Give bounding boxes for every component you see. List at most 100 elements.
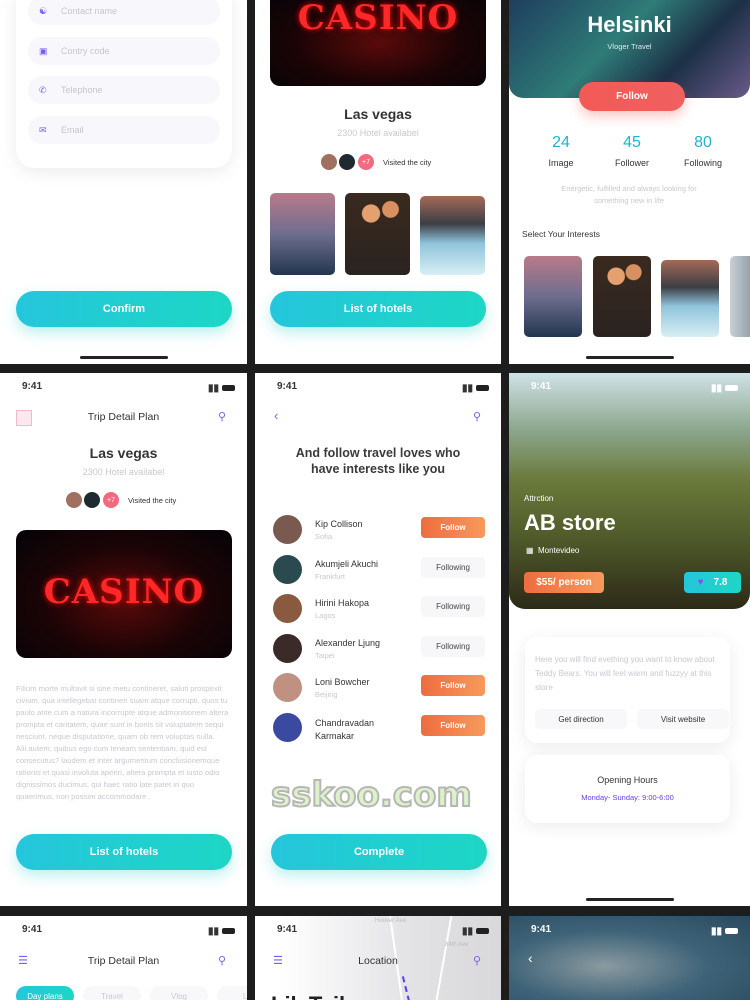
visited-label: Visited the city [383, 158, 432, 167]
avatar [64, 490, 84, 510]
bell-icon[interactable]: ⚲ [218, 410, 226, 423]
confirm-button[interactable]: Confirm [16, 291, 232, 327]
person-row: Alexander Ljung Taipei Following [273, 633, 485, 664]
casino-sign: CASINO [43, 572, 205, 612]
avatar[interactable] [273, 633, 302, 663]
briefcase-icon: ▣ [39, 45, 48, 56]
follow-button[interactable]: Follow [579, 82, 685, 111]
signal-wifi-battery-icon: ▮▮ [462, 381, 489, 395]
stat-value: 45 [623, 134, 641, 151]
store-screen: 9:41 ▮▮ Attrction AB store ▦ Montevideo $… [509, 373, 750, 906]
avatar[interactable] [273, 712, 302, 742]
stat-label: Image [548, 158, 574, 168]
telephone-input[interactable]: ✆ Telephone [28, 76, 220, 104]
clock: 9:41 [22, 381, 43, 392]
home-indicator [585, 356, 674, 359]
list-of-hotels-button[interactable]: List of hotels [16, 834, 232, 870]
tab-more[interactable]: Li [217, 986, 247, 1000]
person-name: Kip Collison [315, 519, 363, 529]
person-name: Hirini Hakopa [315, 598, 370, 608]
rating-value: 7.8 [713, 577, 728, 588]
tab-day-plans[interactable]: Day plans [16, 986, 74, 1000]
get-direction-button[interactable]: Get direction [535, 709, 627, 729]
status-bar: 9:41 ▮▮ [0, 381, 247, 395]
header-title: Trip Detail Plan [87, 411, 160, 423]
avatar [337, 152, 357, 172]
interest-thumbnail[interactable] [593, 256, 651, 337]
avatar[interactable] [273, 673, 302, 702]
interest-thumbnail[interactable] [661, 260, 719, 337]
status-bar: 9:41 ▮▮ [255, 381, 501, 395]
email-input[interactable]: ✉ Email [28, 116, 220, 144]
stat-value: 24 [552, 134, 570, 151]
following-button[interactable]: Following [421, 596, 485, 617]
photo-thumbnail[interactable] [420, 196, 485, 275]
interest-thumbnail[interactable] [524, 256, 582, 337]
following-button[interactable]: Following [421, 635, 485, 657]
location-title: Lik Tail [271, 992, 345, 1000]
tab-vlog[interactable]: Vlog [150, 986, 208, 1000]
heading: And follow travel loves who have interes… [295, 446, 461, 476]
person-city: Frankfurt [315, 571, 346, 581]
interests-title: Select Your Interests [522, 229, 600, 239]
status-bar: 9:41 ▮▮ [0, 924, 247, 938]
city-title: Las vegas [344, 106, 412, 122]
location-screen: Hoover Ave 84th Ave 9:41 ▮▮ ☰ Location ⚲ … [255, 916, 501, 1000]
visit-website-button[interactable]: Visit website [637, 709, 729, 729]
back-icon[interactable]: ‹ [528, 950, 533, 966]
photo-detail-screen: 9:41 ▮▮ ‹ [509, 916, 750, 1000]
avatar[interactable] [273, 515, 302, 544]
clock: 9:41 [277, 924, 298, 935]
interest-thumbnail[interactable] [730, 256, 750, 337]
route-line [401, 976, 411, 1000]
more-visitors-badge: +7 [356, 152, 376, 172]
bell-icon[interactable]: ⚲ [473, 410, 481, 423]
person-city: Beijing [315, 690, 338, 699]
country-code-input[interactable]: ▣ Contry code [28, 37, 220, 65]
city-title: Las vegas [89, 445, 158, 461]
contact-name-input[interactable]: ☯ Contact name [28, 0, 220, 25]
city-subtitle: 2300 Hotel availabel [82, 467, 165, 477]
photo-thumbnail[interactable] [270, 193, 335, 275]
rating-badge: ♥ 7.8 [684, 572, 741, 593]
follow-button[interactable]: Follow [421, 714, 485, 736]
person-name: Akumjeli Akuchi [315, 558, 379, 569]
follow-button[interactable]: Follow [421, 675, 485, 696]
status-bar: 9:41 ▮▮ [509, 381, 750, 395]
list-of-hotels-button[interactable]: List of hotels [270, 291, 486, 327]
person-name: Chandravadan Karmakar [315, 717, 375, 741]
following-button[interactable]: Following [421, 556, 485, 578]
street-label: 84th Ave [445, 942, 469, 948]
price-badge: $55/ person [524, 572, 604, 593]
back-icon[interactable]: ‹ [274, 408, 278, 423]
clock: 9:41 [531, 381, 552, 392]
bell-icon[interactable]: ⚲ [218, 954, 226, 967]
casino-image: CASINO [270, 0, 486, 86]
stat-label: Follower [614, 158, 649, 168]
bell-icon[interactable]: ⚲ [473, 954, 481, 967]
store-location: ▦ Montevideo [526, 546, 579, 555]
hours-value: Monday- Sunday: 9:00-6:00 [581, 793, 674, 802]
contact-form-screen: ☯ Contact name ▣ Contry code ✆ Telephone ✉ E… [0, 0, 247, 364]
hours-title: Opening Hours [597, 775, 658, 785]
tab-travel[interactable]: Travel [83, 986, 141, 1000]
person-row: Hirini Hakopa Lagos Following [273, 594, 485, 624]
stat-images: 24 Image [537, 134, 585, 168]
more-visitors-badge: +7 [101, 490, 121, 510]
avatar[interactable] [273, 554, 302, 584]
signal-wifi-battery-icon: ▮▮ [462, 924, 489, 938]
placeholder: Email [61, 125, 84, 135]
home-indicator [585, 898, 674, 901]
photo-thumbnail[interactable] [345, 193, 410, 275]
signal-wifi-battery-icon: ▮▮ [208, 381, 235, 395]
header-title: Trip Detail Plan [87, 955, 160, 967]
location-text: Montevideo [538, 546, 580, 555]
casino-sign: CASINO [297, 0, 459, 38]
follow-people-screen: 9:41 ▮▮ ‹ ⚲ And follow travel loves who h… [255, 373, 501, 906]
person-row: Kip Collison Sofia Follow [273, 515, 485, 545]
store-category: Attrction [524, 494, 554, 503]
complete-button[interactable]: Complete [271, 834, 487, 870]
avatar[interactable] [273, 594, 302, 623]
profile-bio: Energetic, fulfilled and always looking … [561, 184, 697, 205]
follow-button[interactable]: Follow [421, 517, 485, 538]
